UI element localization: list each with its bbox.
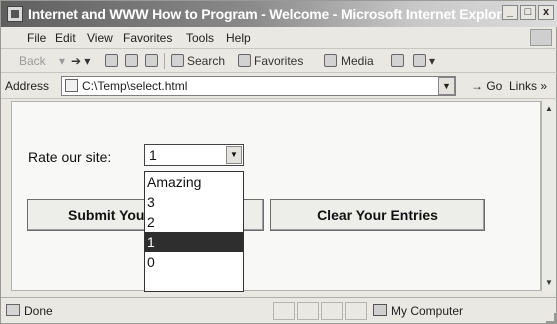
rating-dropdown-list: Amazing 3 2 1 0: [144, 171, 244, 292]
address-label: Address: [5, 79, 50, 93]
media-icon: [324, 54, 337, 67]
back-dropdown-icon[interactable]: ▾: [59, 54, 65, 68]
mail-icon[interactable]: [413, 54, 426, 67]
browser-window: Internet and WWW How to Program - Welcom…: [0, 0, 557, 324]
go-label: Go: [486, 79, 503, 93]
address-dropdown-button[interactable]: ▼: [438, 77, 455, 95]
address-bar: Address C:\Temp\select.html ▼ → Go Links…: [1, 73, 557, 99]
title-bar[interactable]: Internet and WWW How to Program - Welcom…: [1, 1, 557, 27]
rating-select-value: 1: [149, 147, 157, 163]
page-content: [11, 101, 541, 291]
toolbar: Back ▾ ➔ ▾ Search Favorites Media ▾: [1, 49, 557, 73]
address-input[interactable]: C:\Temp\select.html: [61, 76, 456, 96]
vertical-scrollbar[interactable]: ▲ ▼: [541, 101, 556, 291]
forward-button[interactable]: ➔ ▾: [71, 54, 90, 68]
menu-edit[interactable]: Edit: [55, 31, 76, 45]
page-icon: [65, 79, 78, 92]
refresh-icon[interactable]: [125, 54, 138, 67]
favorites-button[interactable]: Favorites: [254, 54, 303, 68]
window-controls: _ □ x: [502, 5, 554, 20]
resize-grip[interactable]: [546, 313, 556, 323]
page-done-icon: [6, 304, 20, 316]
links-button[interactable]: Links »: [509, 79, 547, 93]
search-icon: [171, 54, 184, 67]
computer-icon: [373, 304, 387, 316]
rating-select[interactable]: 1 ▼: [144, 144, 244, 166]
links-label: Links: [509, 79, 538, 93]
scroll-up-icon[interactable]: ▲: [543, 103, 555, 115]
minimize-button[interactable]: _: [502, 5, 518, 20]
scroll-down-icon[interactable]: ▼: [543, 277, 555, 289]
back-button[interactable]: Back: [19, 54, 46, 68]
menu-favorites[interactable]: Favorites: [123, 31, 172, 45]
status-cell: [345, 302, 367, 320]
mail-dropdown-icon[interactable]: ▾: [429, 54, 435, 68]
stop-icon[interactable]: [105, 54, 118, 67]
status-cell: [273, 302, 295, 320]
option-1[interactable]: 1: [145, 232, 243, 252]
option-amazing[interactable]: Amazing: [145, 172, 243, 192]
rate-label: Rate our site:: [28, 149, 112, 165]
zone-text: My Computer: [391, 304, 464, 318]
option-2[interactable]: 2: [145, 212, 243, 232]
status-cell: [297, 302, 319, 320]
chevron-down-icon[interactable]: ▼: [226, 146, 242, 164]
ie-icon: [7, 6, 23, 22]
clear-button[interactable]: Clear Your Entries: [270, 199, 485, 231]
menu-view[interactable]: View: [87, 31, 113, 45]
close-button[interactable]: x: [538, 5, 554, 20]
windows-flag-icon: [530, 29, 552, 46]
option-3[interactable]: 3: [145, 192, 243, 212]
favorites-icon: [238, 54, 251, 67]
history-icon[interactable]: [391, 54, 404, 67]
go-button[interactable]: → Go: [471, 79, 502, 93]
status-cell: [321, 302, 343, 320]
toolbar-separator: [164, 53, 165, 69]
menu-tools[interactable]: Tools: [186, 31, 214, 45]
menu-file[interactable]: File: [27, 31, 46, 45]
status-bar: Done My Computer: [1, 297, 557, 324]
maximize-button[interactable]: □: [520, 5, 536, 20]
media-button[interactable]: Media: [341, 54, 374, 68]
option-0[interactable]: 0: [145, 252, 243, 272]
window-title: Internet and WWW How to Program - Welcom…: [28, 6, 515, 22]
status-text: Done: [24, 304, 53, 318]
home-icon[interactable]: [145, 54, 158, 67]
search-button[interactable]: Search: [187, 54, 225, 68]
menu-bar: File Edit View Favorites Tools Help: [1, 27, 557, 49]
menu-help[interactable]: Help: [226, 31, 251, 45]
